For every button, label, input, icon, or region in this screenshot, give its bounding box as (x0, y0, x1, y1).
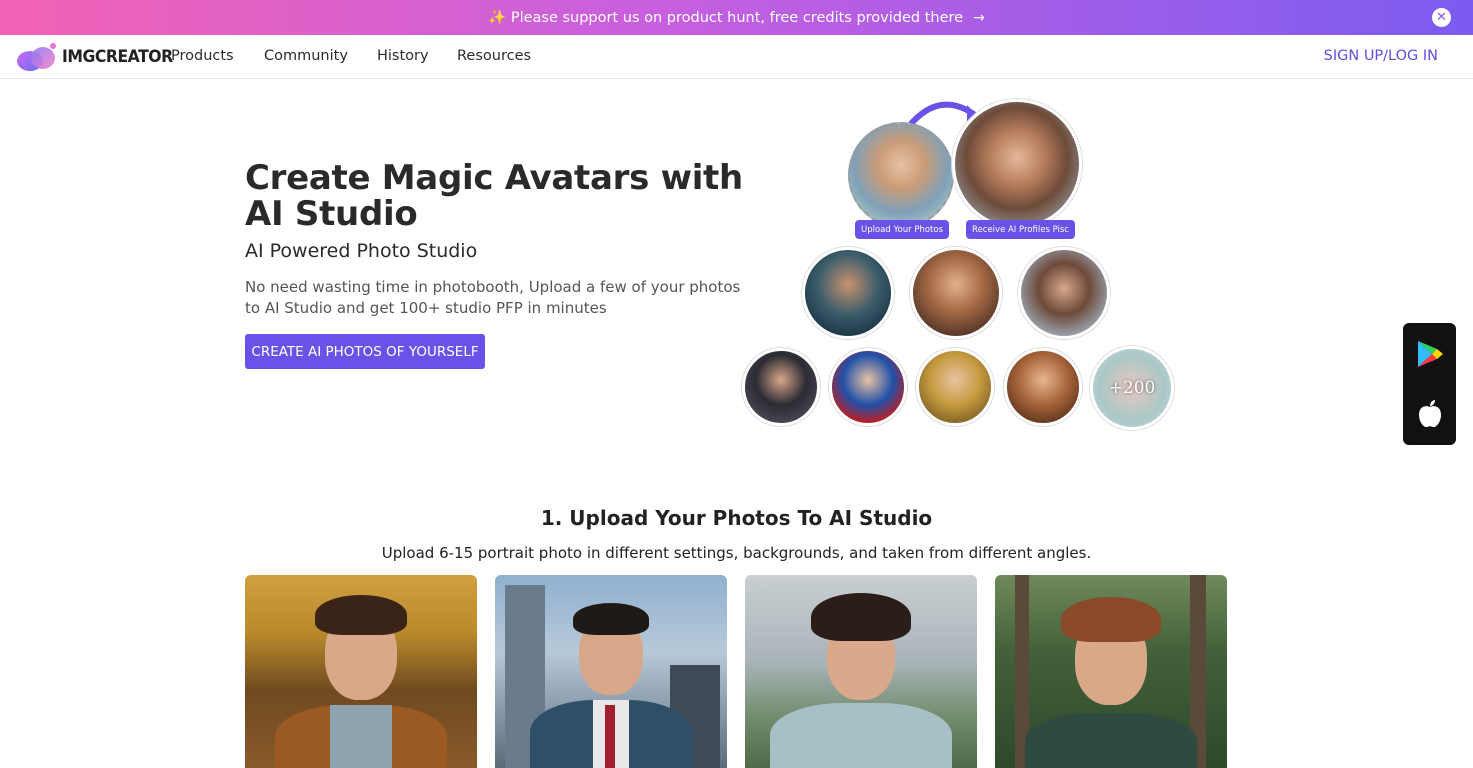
app-download-widget (1403, 323, 1456, 445)
more-count: +200 (1108, 378, 1156, 398)
apple-icon[interactable] (1417, 399, 1443, 429)
logo[interactable]: IMGCREATOR (17, 43, 182, 71)
google-play-icon[interactable] (1416, 339, 1444, 369)
ai-profile-avatar (952, 99, 1082, 229)
avatar-portrait (910, 247, 1002, 339)
top-navigation: IMGCREATOR Products Community History Re… (0, 35, 1473, 79)
sample-photo-4 (995, 575, 1227, 768)
logo-text: IMGCREATOR (62, 47, 173, 67)
hero-description: No need wasting time in photobooth, Uplo… (245, 278, 741, 317)
upload-photos-tag: Upload Your Photos (855, 220, 949, 239)
receive-profiles-tag: Receive AI Profiles Pisc (966, 220, 1075, 239)
avatar-astronaut (802, 247, 894, 339)
nav-item-resources[interactable]: Resources (457, 48, 531, 64)
logo-icon (17, 43, 57, 71)
signup-login-link[interactable]: SIGN UP/LOG IN (1324, 48, 1438, 64)
promo-text[interactable]: ✨ Please support us on product hunt, fre… (488, 9, 963, 26)
sample-photo-1 (245, 575, 477, 768)
promo-banner[interactable]: ✨ Please support us on product hunt, fre… (0, 0, 1473, 35)
avatar-gold (916, 348, 994, 426)
nav-item-community[interactable]: Community (264, 48, 348, 64)
sample-photo-2 (495, 575, 727, 768)
close-icon[interactable]: ✕ (1432, 8, 1451, 27)
arrow-right-icon: → (973, 9, 985, 26)
section-description: Upload 6-15 portrait photo in different … (381, 544, 1092, 562)
more-avatars: +200 (1090, 346, 1174, 430)
nav-item-products[interactable]: Products (171, 48, 234, 64)
avatar-western (1004, 348, 1082, 426)
avatar-black-suit (742, 348, 820, 426)
section-title: 1. Upload Your Photos To AI Studio (540, 506, 933, 530)
sample-photo-3 (745, 575, 977, 768)
avatar-city (1018, 247, 1110, 339)
upload-photo-avatar (848, 122, 954, 228)
nav-item-history[interactable]: History (377, 48, 429, 64)
hero-subtitle: AI Powered Photo Studio (245, 240, 478, 262)
create-ai-photos-button[interactable]: CREATE AI PHOTOS OF YOURSELF (245, 334, 485, 369)
hero-title: Create Magic Avatars with AI Studio (245, 158, 743, 234)
avatar-hero (829, 348, 907, 426)
